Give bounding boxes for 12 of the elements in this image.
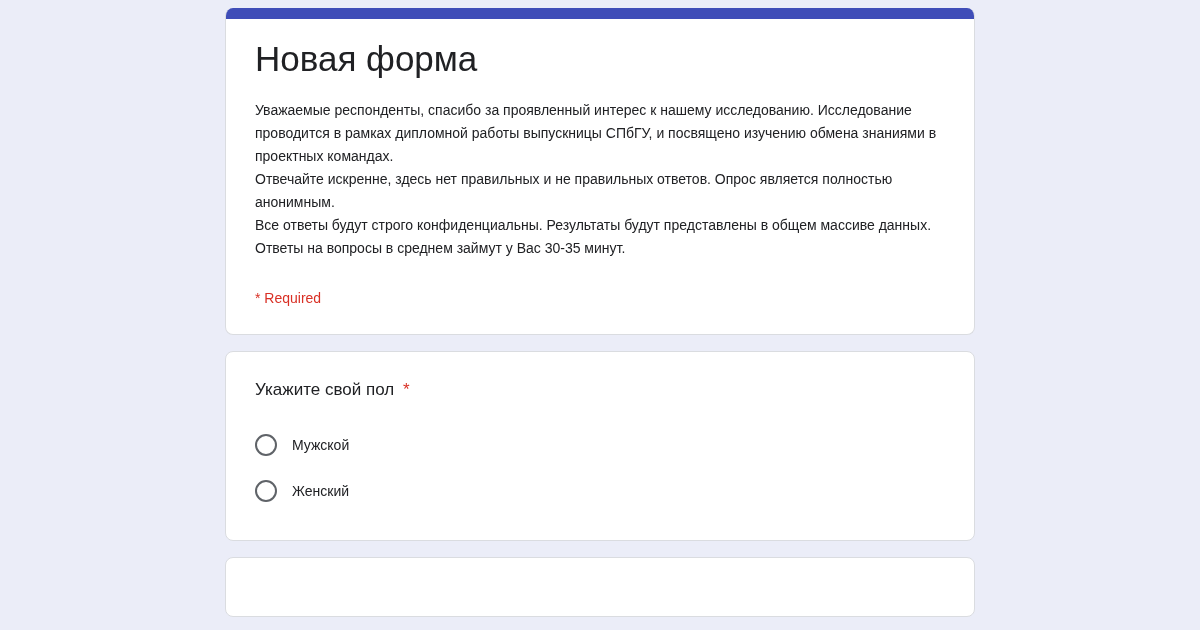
form-title: Новая форма	[255, 38, 479, 80]
radio-button[interactable]	[255, 434, 277, 456]
required-note: * Required	[255, 290, 323, 306]
description-paragraph: Отвечайте искренне, здесь нет правильных и не правильных ответов. Опрос является полностью анонимным.	[255, 170, 894, 212]
description-paragraph: Ответы на вопросы в среднем займут у Вас 30-35 минут.	[255, 239, 627, 258]
option-label[interactable]: Женский	[292, 483, 350, 499]
description-paragraph: Уважаемые респонденты, спасибо за проявленный интерес к нашему исследованию. Исследование проводится в рамках дипломной работы выпускницы СПбГУ, и посвящено изучению обмена знаниями в проектных командах.	[255, 101, 938, 166]
question-title: Укажите свой пол	[255, 380, 395, 399]
description-paragraph: Все ответы будут строго конфиденциальны. Результаты будут представлены в общем массиве данных.	[255, 216, 933, 235]
radio-button[interactable]	[255, 480, 277, 502]
required-mark: *	[402, 380, 410, 399]
option-label[interactable]: Мужской	[292, 437, 350, 453]
